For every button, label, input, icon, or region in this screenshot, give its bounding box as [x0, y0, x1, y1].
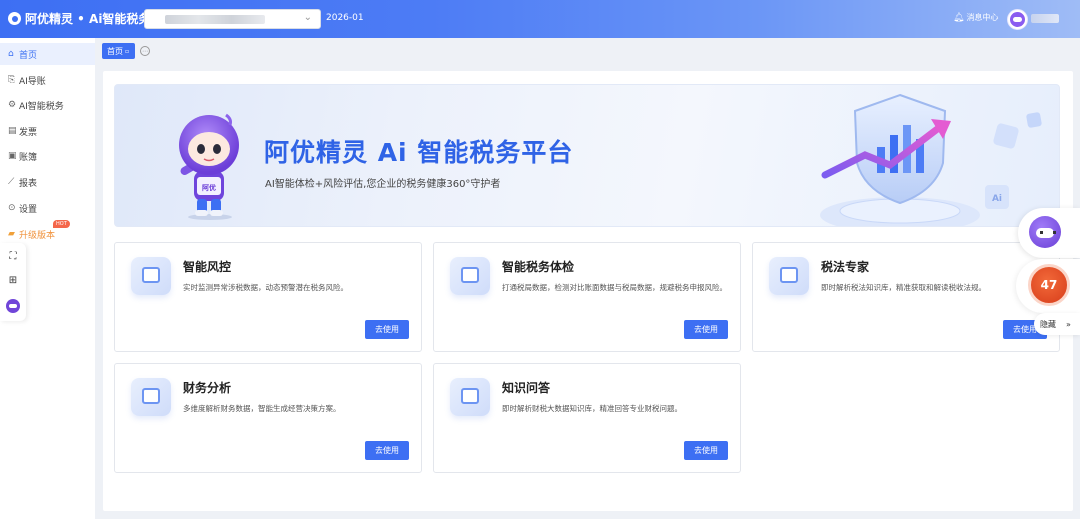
gear-icon: ⚙: [8, 100, 17, 110]
assistant-float-button[interactable]: [1018, 208, 1080, 258]
sidebar-item-ledger[interactable]: ▣ 账簿: [0, 145, 95, 167]
bell-icon: 🔔︎: [953, 12, 965, 23]
sidebar-item-label: 账簿: [19, 152, 38, 163]
card-description: 打通税局数据，检测对比账面数据与税局数据，规避税务申报风险。: [502, 283, 727, 292]
notify-label: 消息中心: [966, 13, 999, 22]
sidebar-item-invoice[interactable]: ▤ 发票: [0, 120, 95, 142]
banner-title: 阿优精灵 Ai 智能税务平台: [264, 138, 574, 167]
scan-icon[interactable]: ⛶: [6, 249, 20, 263]
mascot-tag: 阿优: [202, 183, 216, 192]
sidebar-item-settings[interactable]: ⊙ 设置: [0, 197, 95, 219]
chevron-down-icon: ⌄: [303, 12, 312, 23]
feature-card-knowledge-qa: 知识问答 即时解析财税大数据知识库，精准回答专业财税问题。 去使用: [433, 363, 741, 473]
hero-banner: 阿优 阿优精灵 Ai 智能税务平台 AI智能体检+风险评估,您企业的税务健康36…: [114, 84, 1060, 227]
health-score: 47: [1028, 264, 1070, 306]
feature-card-risk-control: 智能风控 实时监测异常涉税数据，动态预警潜在税务风险。 去使用: [114, 242, 422, 352]
card-title: 智能风控: [183, 260, 232, 274]
sidebar-item-label: 首页: [19, 50, 38, 61]
period-label[interactable]: 2026-01: [326, 13, 364, 23]
sidebar-item-upgrade[interactable]: ▰ 升级版本 HOT: [0, 220, 95, 245]
tab-refresh-icon[interactable]: ▫: [125, 48, 129, 55]
left-float-toolbar: ⛶ ⊞: [0, 243, 26, 321]
sidebar-item-ai-import[interactable]: ⎘ AI导账: [0, 69, 95, 91]
health-score-widget[interactable]: 47: [1016, 259, 1080, 313]
card-description: 实时监测异常涉税数据，动态预警潜在税务风险。: [183, 283, 348, 292]
trend-chart-icon: [131, 378, 171, 416]
tab-label: 首页: [107, 46, 123, 56]
company-name-redacted: [165, 15, 265, 24]
sidebar-item-label: 设置: [19, 204, 38, 215]
robot-assistant-icon: [1029, 216, 1061, 248]
sidebar-item-label: 升级版本: [19, 230, 56, 241]
feature-card-tax-law-expert: 税法专家 即时解析税法知识库，精准获取和解读税收法规。 去使用: [752, 242, 1060, 352]
feature-card-tax-checkup: 智能税务体检 打通税局数据，检测对比账面数据与税局数据，规避税务申报风险。 去使…: [433, 242, 741, 352]
settings-icon: ⊙: [8, 203, 16, 213]
house-check-icon: [450, 257, 490, 295]
sidebar-item-ai-tax[interactable]: ⚙ AI智能税务: [0, 94, 95, 116]
ai-cube-mark: Ai: [992, 194, 1002, 204]
sidebar-item-label: AI智能税务: [19, 101, 64, 112]
username-redacted[interactable]: [1031, 14, 1059, 23]
sidebar-item-label: AI导账: [19, 76, 46, 87]
more-icon[interactable]: ⋯: [140, 46, 150, 56]
hide-label: 隐藏: [1040, 319, 1056, 329]
sidebar-item-reports[interactable]: ⟋ 报表: [0, 171, 95, 193]
brand-title: 阿优精灵 • Ai智能税务: [25, 12, 151, 26]
use-button[interactable]: 去使用: [684, 320, 728, 339]
card-description: 即时解析财税大数据知识库，精准回答专业财税问题。: [502, 404, 682, 413]
invoice-icon: ▤: [8, 126, 17, 136]
hide-float-button[interactable]: 隐藏 »: [1034, 313, 1080, 335]
shield-chart-illustration: Ai: [820, 93, 1042, 226]
card-title: 财务分析: [183, 381, 232, 395]
card-title: 税法专家: [821, 260, 870, 274]
feature-card-financial-analysis: 财务分析 多维度解析财务数据，智能生成经营决策方案。 去使用: [114, 363, 422, 473]
top-header: 阿优精灵 • Ai智能税务 ⌄ 2026-01 🔔︎ 消息中心: [0, 0, 1080, 38]
main-content: 阿优 阿优精灵 Ai 智能税务平台 AI智能体检+风险评估,您企业的税务健康36…: [103, 71, 1073, 511]
tab-home[interactable]: 首页 ▫: [102, 43, 135, 59]
experts-icon: [769, 257, 809, 295]
apps-grid-icon[interactable]: ⊞: [6, 273, 20, 287]
chart-icon: ⟋: [8, 177, 15, 187]
upgrade-icon: ▰: [8, 229, 15, 239]
avatar[interactable]: [1007, 9, 1028, 30]
chat-icon: [450, 378, 490, 416]
company-select[interactable]: ⌄: [144, 9, 321, 29]
sidebar-item-label: 报表: [19, 178, 38, 189]
assistant-bot-icon[interactable]: [6, 299, 20, 313]
ledger-icon: ▣: [8, 151, 17, 161]
notification-center[interactable]: 🔔︎ 消息中心: [953, 12, 998, 23]
brand-logo-icon: [8, 12, 21, 25]
use-button[interactable]: 去使用: [365, 320, 409, 339]
hot-badge: HOT: [53, 220, 70, 228]
brand[interactable]: 阿优精灵 • Ai智能税务: [8, 10, 150, 27]
double-chevron-right-icon: »: [1066, 319, 1071, 329]
sidebar-item-home[interactable]: ⌂ 首页: [0, 43, 95, 65]
monitor-icon: [131, 257, 171, 295]
use-button[interactable]: 去使用: [365, 441, 409, 460]
mascot-robot-illustration: 阿优: [179, 113, 239, 220]
banner-subtitle: AI智能体检+风险评估,您企业的税务健康360°守护者: [265, 179, 501, 190]
card-title: 智能税务体检: [502, 260, 575, 274]
use-button[interactable]: 去使用: [684, 441, 728, 460]
tab-bar: 首页 ▫ ⋯: [95, 38, 1080, 64]
sidebar-item-label: 发票: [19, 127, 38, 138]
import-icon: ⎘: [8, 75, 16, 85]
home-icon: ⌂: [8, 49, 14, 59]
card-title: 知识问答: [502, 381, 551, 395]
card-description: 多维度解析财务数据，智能生成经营决策方案。: [183, 404, 341, 413]
